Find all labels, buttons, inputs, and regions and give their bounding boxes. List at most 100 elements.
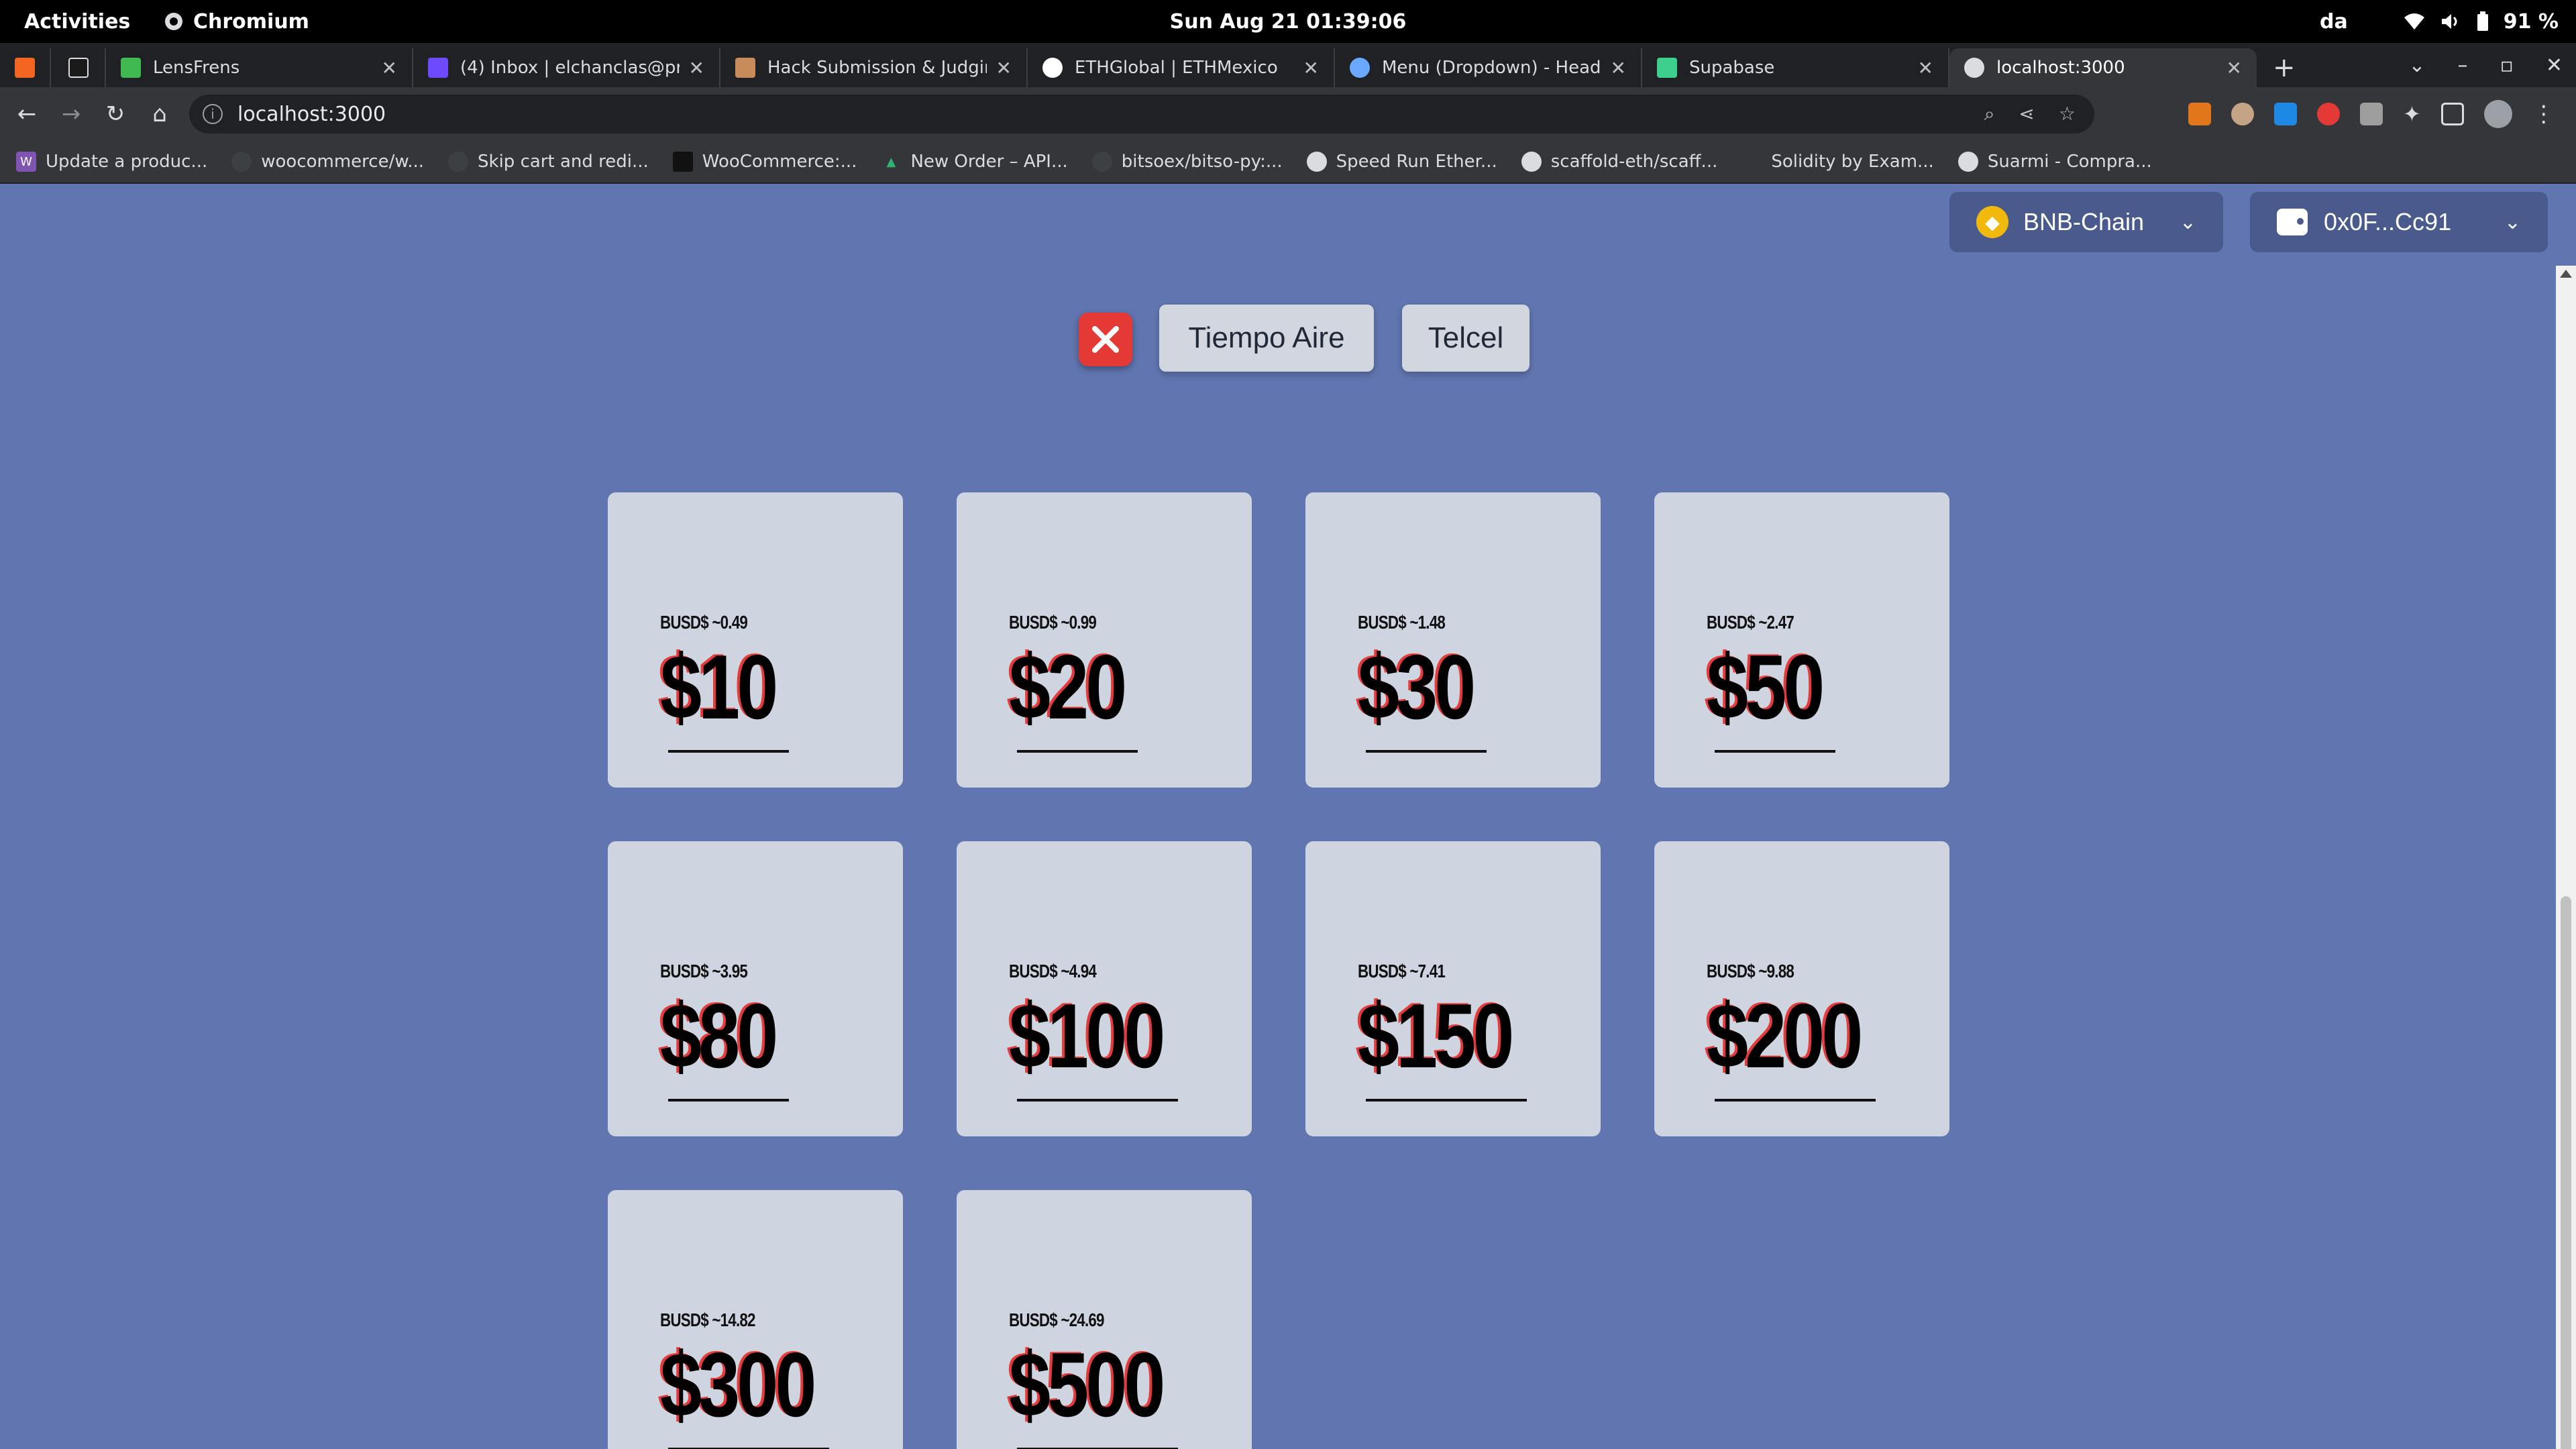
filter-chip-tiempo-aire[interactable]: Tiempo Aire bbox=[1159, 305, 1374, 372]
forward-button[interactable]: → bbox=[54, 97, 89, 131]
system-tray[interactable]: da 91 % bbox=[2320, 10, 2559, 34]
extensions-puzzle-icon[interactable]: ✦ bbox=[2403, 101, 2421, 127]
price-underline bbox=[1715, 1099, 1876, 1102]
tab-search-icon[interactable]: ⌄ bbox=[2408, 54, 2425, 77]
tab-close-icon[interactable]: ✕ bbox=[1303, 57, 1319, 79]
zoom-icon[interactable]: ⌕ bbox=[1984, 103, 1995, 125]
window-controls: ⌄ – ▫ ✕ bbox=[2408, 43, 2563, 87]
bookmark-item[interactable]: WooCommerce:... bbox=[672, 152, 857, 172]
new-tab-button[interactable]: + bbox=[2273, 48, 2296, 87]
metamask-extension-icon[interactable] bbox=[2188, 103, 2211, 125]
activities-button[interactable]: Activities bbox=[24, 10, 130, 34]
profile-avatar[interactable] bbox=[2483, 100, 2512, 128]
bookmark-item[interactable]: bitsoex/bitso-py:... bbox=[1091, 152, 1283, 172]
extension-icon[interactable] bbox=[2231, 103, 2254, 125]
keyboard-layout[interactable]: da bbox=[2320, 10, 2348, 34]
tab-close-icon[interactable]: ✕ bbox=[996, 57, 1012, 79]
bookmark-item[interactable]: Solidity by Exam... bbox=[1741, 152, 1933, 172]
product-card[interactable]: BUSD$ ~0.49 $10 bbox=[608, 492, 903, 788]
page-scrollbar[interactable] bbox=[2556, 266, 2576, 1449]
tab-close-icon[interactable]: ✕ bbox=[689, 57, 704, 79]
extension-icon[interactable] bbox=[2360, 103, 2383, 125]
clear-filters-button[interactable] bbox=[1079, 313, 1132, 366]
tab-ethglobal[interactable]: ETHGlobal | ETHMexico ✕ bbox=[1028, 48, 1335, 87]
globe-icon bbox=[1521, 152, 1542, 172]
clock[interactable]: Sun Aug 21 01:39:06 bbox=[1170, 10, 1407, 34]
url-text[interactable]: localhost:3000 bbox=[237, 103, 386, 126]
product-card[interactable]: BUSD$ ~3.95 $80 bbox=[608, 841, 903, 1136]
bookmark-item[interactable]: W Update a produc... bbox=[16, 152, 207, 172]
close-window-button[interactable]: ✕ bbox=[2546, 54, 2563, 77]
price-underline bbox=[668, 1099, 789, 1102]
extension-icon[interactable] bbox=[2274, 103, 2297, 125]
globe-icon bbox=[1957, 152, 1978, 172]
tab-headlessui-menu[interactable]: Menu (Dropdown) - Headle ✕ bbox=[1335, 48, 1642, 87]
bookmark-label: bitsoex/bitso-py:... bbox=[1121, 152, 1283, 172]
tab-close-icon[interactable]: ✕ bbox=[382, 57, 397, 79]
battery-icon bbox=[2477, 11, 2488, 31]
tab-close-icon[interactable]: ✕ bbox=[2226, 57, 2242, 79]
maximize-button[interactable]: ▫ bbox=[2500, 54, 2514, 77]
product-card[interactable]: BUSD$ ~2.47 $50 bbox=[1654, 492, 1949, 788]
wallet-selector[interactable]: 0x0F...Cc91 ⌄ bbox=[2250, 192, 2548, 252]
busd-price: BUSD$ ~0.49 bbox=[660, 612, 748, 633]
site-info-icon[interactable]: i bbox=[203, 104, 223, 124]
tab-close-icon[interactable]: ✕ bbox=[1918, 57, 1933, 79]
back-button[interactable]: ← bbox=[9, 97, 44, 131]
scrollbar-thumb[interactable] bbox=[2561, 896, 2571, 1449]
product-card[interactable]: BUSD$ ~4.94 $100 bbox=[957, 841, 1252, 1136]
price-underline bbox=[668, 750, 789, 753]
home-button[interactable]: ⌂ bbox=[142, 97, 177, 131]
scroll-up-arrow-icon[interactable] bbox=[2560, 270, 2572, 278]
bookmark-item[interactable]: Suarmi - Compra... bbox=[1957, 152, 2152, 172]
system-top-bar: Activities Chromium Sun Aug 21 01:39:06 … bbox=[0, 0, 2576, 43]
side-panel-icon[interactable] bbox=[2440, 103, 2464, 125]
reload-button[interactable]: ↻ bbox=[98, 97, 133, 131]
pinned-tab-1[interactable] bbox=[0, 48, 51, 87]
bookmark-item[interactable]: scaffold-eth/scaff... bbox=[1521, 152, 1718, 172]
busd-price: BUSD$ ~3.95 bbox=[660, 961, 748, 981]
tab-close-icon[interactable]: ✕ bbox=[1611, 57, 1626, 79]
product-price: $20 bbox=[1009, 636, 1127, 738]
product-card[interactable]: BUSD$ ~9.88 $200 bbox=[1654, 841, 1949, 1136]
tab-hack-submission[interactable]: Hack Submission & Judging ✕ bbox=[720, 48, 1028, 87]
page-content: ◆ BNB-Chain ⌄ 0x0F...Cc91 ⌄ Tiempo Aire … bbox=[0, 185, 2576, 1449]
tab-favicon-icon bbox=[15, 58, 35, 78]
product-price: $10 bbox=[660, 636, 778, 738]
product-card[interactable]: BUSD$ ~7.41 $150 bbox=[1305, 841, 1601, 1136]
menu-kebab-icon[interactable]: ⋮ bbox=[2532, 101, 2555, 127]
minimize-button[interactable]: – bbox=[2458, 54, 2468, 77]
busd-price: BUSD$ ~0.99 bbox=[1009, 612, 1097, 633]
bookmark-favicon-icon bbox=[672, 152, 693, 172]
product-price: $200 bbox=[1707, 985, 1863, 1087]
extension-icon[interactable] bbox=[2317, 103, 2340, 125]
busd-price: BUSD$ ~7.41 bbox=[1358, 961, 1446, 981]
product-card[interactable]: BUSD$ ~14.82 $300 bbox=[608, 1190, 903, 1449]
network-selector[interactable]: ◆ BNB-Chain ⌄ bbox=[1949, 192, 2223, 252]
bookmark-item[interactable]: ▲ New Order – API... bbox=[881, 152, 1068, 172]
pinned-tab-2[interactable] bbox=[51, 48, 106, 87]
chromium-icon bbox=[165, 13, 182, 30]
bookmark-label: scaffold-eth/scaff... bbox=[1550, 152, 1718, 172]
product-card[interactable]: BUSD$ ~1.48 $30 bbox=[1305, 492, 1601, 788]
tab-favicon-icon bbox=[121, 58, 141, 78]
product-card[interactable]: BUSD$ ~0.99 $20 bbox=[957, 492, 1252, 788]
bookmark-item[interactable]: Skip cart and redi... bbox=[448, 152, 649, 172]
app-name: Chromium bbox=[193, 9, 309, 34]
tab-favicon-icon bbox=[1657, 58, 1677, 78]
tab-supabase[interactable]: Supabase ✕ bbox=[1642, 48, 1949, 87]
app-menu[interactable]: Chromium bbox=[164, 10, 309, 34]
tab-lensfrens[interactable]: LensFrens ✕ bbox=[106, 48, 413, 87]
bookmark-star-icon[interactable]: ☆ bbox=[2059, 103, 2076, 125]
tab-title: ETHGlobal | ETHMexico bbox=[1075, 58, 1278, 78]
share-icon[interactable]: ⋖ bbox=[2019, 103, 2034, 125]
product-price: $500 bbox=[1009, 1334, 1165, 1436]
tab-inbox[interactable]: (4) Inbox | elchanclas@pro ✕ bbox=[413, 48, 720, 87]
tab-favicon-icon bbox=[428, 58, 448, 78]
address-bar[interactable]: i localhost:3000 ⌕ ⋖ ☆ bbox=[189, 95, 2094, 133]
bookmark-item[interactable]: woocommerce/w... bbox=[231, 152, 424, 172]
tab-localhost[interactable]: localhost:3000 ✕ bbox=[1949, 48, 2257, 87]
bookmark-item[interactable]: Speed Run Ether... bbox=[1306, 152, 1497, 172]
product-card[interactable]: BUSD$ ~24.69 $500 bbox=[957, 1190, 1252, 1449]
filter-chip-telcel[interactable]: Telcel bbox=[1402, 305, 1529, 372]
